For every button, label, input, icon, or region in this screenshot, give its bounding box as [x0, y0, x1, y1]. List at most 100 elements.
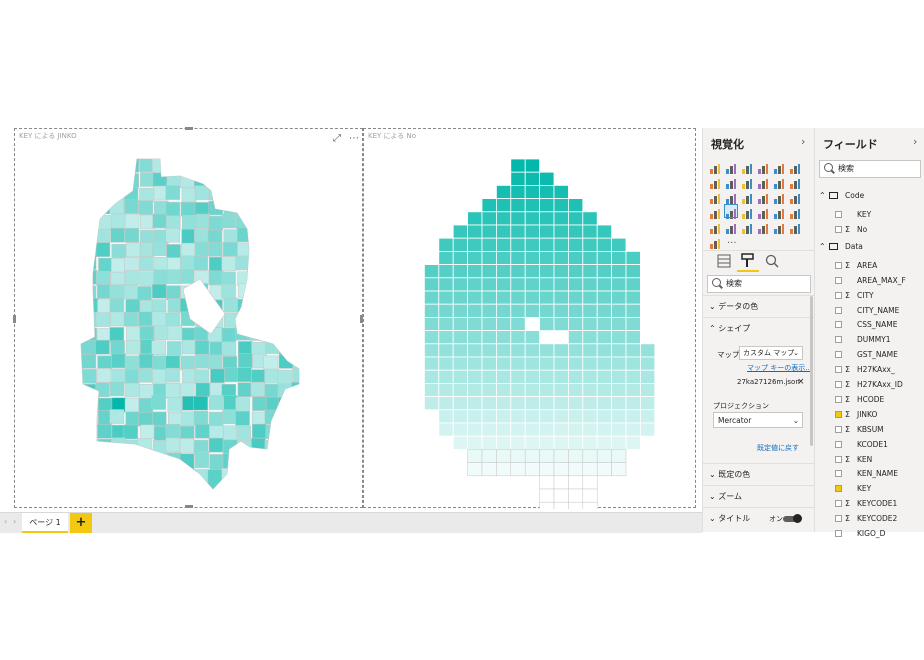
- grid-cell[interactable]: [625, 343, 641, 358]
- slicer-icon[interactable]: [725, 220, 737, 234]
- map-region[interactable]: [167, 397, 183, 412]
- python-visual-icon[interactable]: [789, 220, 801, 234]
- map-region[interactable]: [138, 398, 154, 413]
- map-region[interactable]: [81, 172, 98, 187]
- map-region[interactable]: [109, 381, 125, 397]
- grid-cell[interactable]: [567, 237, 584, 252]
- field-checkbox[interactable]: [835, 425, 842, 433]
- grid-cell[interactable]: [495, 290, 512, 305]
- grid-cell[interactable]: [495, 237, 512, 252]
- map-region[interactable]: [249, 242, 264, 258]
- pie-icon[interactable]: [741, 190, 753, 204]
- map-region[interactable]: [80, 285, 97, 301]
- grid-cell[interactable]: [553, 198, 569, 213]
- grid-cell[interactable]: [596, 356, 612, 371]
- map-region[interactable]: [221, 341, 237, 356]
- map-region[interactable]: [223, 439, 238, 455]
- grid-cell[interactable]: [510, 171, 526, 186]
- map-region[interactable]: [223, 367, 239, 383]
- map-region[interactable]: [151, 311, 167, 326]
- grid-cell[interactable]: [567, 303, 584, 318]
- map-region[interactable]: [193, 256, 208, 271]
- line-chart-icon[interactable]: [709, 175, 721, 189]
- map-region[interactable]: [208, 270, 224, 286]
- map-region[interactable]: [81, 397, 98, 413]
- fields-well-icon[interactable]: [717, 254, 731, 268]
- grid-cell[interactable]: [481, 316, 497, 331]
- map-region[interactable]: [110, 271, 126, 287]
- field-checkbox[interactable]: [835, 410, 842, 418]
- map-region[interactable]: [222, 409, 237, 425]
- map-region[interactable]: [123, 424, 139, 440]
- grid-cell[interactable]: [625, 382, 641, 397]
- grid-cell[interactable]: [596, 396, 612, 411]
- map-region[interactable]: [238, 283, 253, 298]
- field-checkbox[interactable]: [835, 530, 842, 537]
- map-region[interactable]: [221, 256, 237, 271]
- map-region[interactable]: [182, 469, 197, 492]
- grid-cell[interactable]: [495, 330, 512, 345]
- table-data[interactable]: ⌃ Data: [815, 239, 924, 254]
- map-region[interactable]: [265, 424, 281, 439]
- map-region[interactable]: [111, 213, 126, 229]
- map-region[interactable]: [140, 424, 155, 440]
- map-region[interactable]: [123, 467, 139, 490]
- map-region[interactable]: [264, 228, 279, 244]
- grid-cell[interactable]: [639, 409, 656, 424]
- grid-cell[interactable]: [495, 251, 512, 266]
- grid-cell[interactable]: [481, 369, 497, 384]
- grid-cell[interactable]: [467, 369, 483, 384]
- map-region[interactable]: [252, 271, 267, 287]
- field-checkbox[interactable]: [835, 500, 842, 508]
- map-region[interactable]: [180, 201, 196, 217]
- map-region[interactable]: [235, 172, 250, 187]
- map-region[interactable]: [98, 257, 113, 273]
- grid-cell[interactable]: [452, 330, 468, 345]
- grid-cell[interactable]: [424, 290, 440, 305]
- grid-cell[interactable]: [582, 264, 598, 279]
- grid-cell[interactable]: [467, 264, 483, 279]
- field-checkbox[interactable]: [835, 351, 842, 359]
- r-visual-icon[interactable]: [773, 220, 785, 234]
- grid-cell[interactable]: [582, 303, 598, 318]
- grid-cell[interactable]: [452, 422, 468, 437]
- map-region[interactable]: [109, 298, 125, 313]
- grid-cell[interactable]: [524, 237, 540, 252]
- map-region[interactable]: [80, 229, 97, 244]
- grid-cell[interactable]: [510, 316, 526, 331]
- grid-cell[interactable]: [524, 277, 540, 292]
- grid-cell[interactable]: [481, 382, 497, 397]
- map-region[interactable]: [263, 243, 278, 258]
- map-region[interactable]: [111, 244, 127, 259]
- map-region[interactable]: [292, 367, 305, 383]
- map-region[interactable]: [126, 326, 141, 341]
- map-region[interactable]: [165, 367, 180, 383]
- map-region[interactable]: [221, 468, 237, 490]
- grid-cell[interactable]: [524, 396, 540, 411]
- map-region[interactable]: [165, 437, 181, 453]
- fields-search-input[interactable]: 検索: [819, 160, 921, 178]
- grid-cell[interactable]: [639, 382, 656, 397]
- map-region[interactable]: [180, 425, 195, 441]
- grid-cell[interactable]: [467, 462, 483, 477]
- map-region[interactable]: [80, 354, 97, 369]
- map-region[interactable]: [208, 185, 224, 200]
- grid-cell[interactable]: [510, 158, 526, 173]
- grid-cell[interactable]: [639, 422, 656, 437]
- map-region[interactable]: [208, 215, 224, 231]
- map-region[interactable]: [124, 214, 140, 229]
- map-region[interactable]: [125, 339, 141, 355]
- grid-cell[interactable]: [596, 343, 612, 358]
- map-region[interactable]: [140, 469, 155, 491]
- field-checkbox[interactable]: [835, 470, 842, 478]
- grid-cell[interactable]: [452, 264, 468, 279]
- grid-cell[interactable]: [567, 369, 584, 384]
- map-region[interactable]: [291, 382, 304, 397]
- map-region[interactable]: [237, 469, 252, 492]
- funnel-icon[interactable]: [741, 205, 753, 219]
- grid-cell[interactable]: [567, 396, 584, 411]
- grid-cell[interactable]: [510, 224, 526, 239]
- grid-cell[interactable]: [539, 171, 555, 186]
- grid-cell[interactable]: [524, 449, 540, 463]
- grid-cell[interactable]: [424, 264, 440, 279]
